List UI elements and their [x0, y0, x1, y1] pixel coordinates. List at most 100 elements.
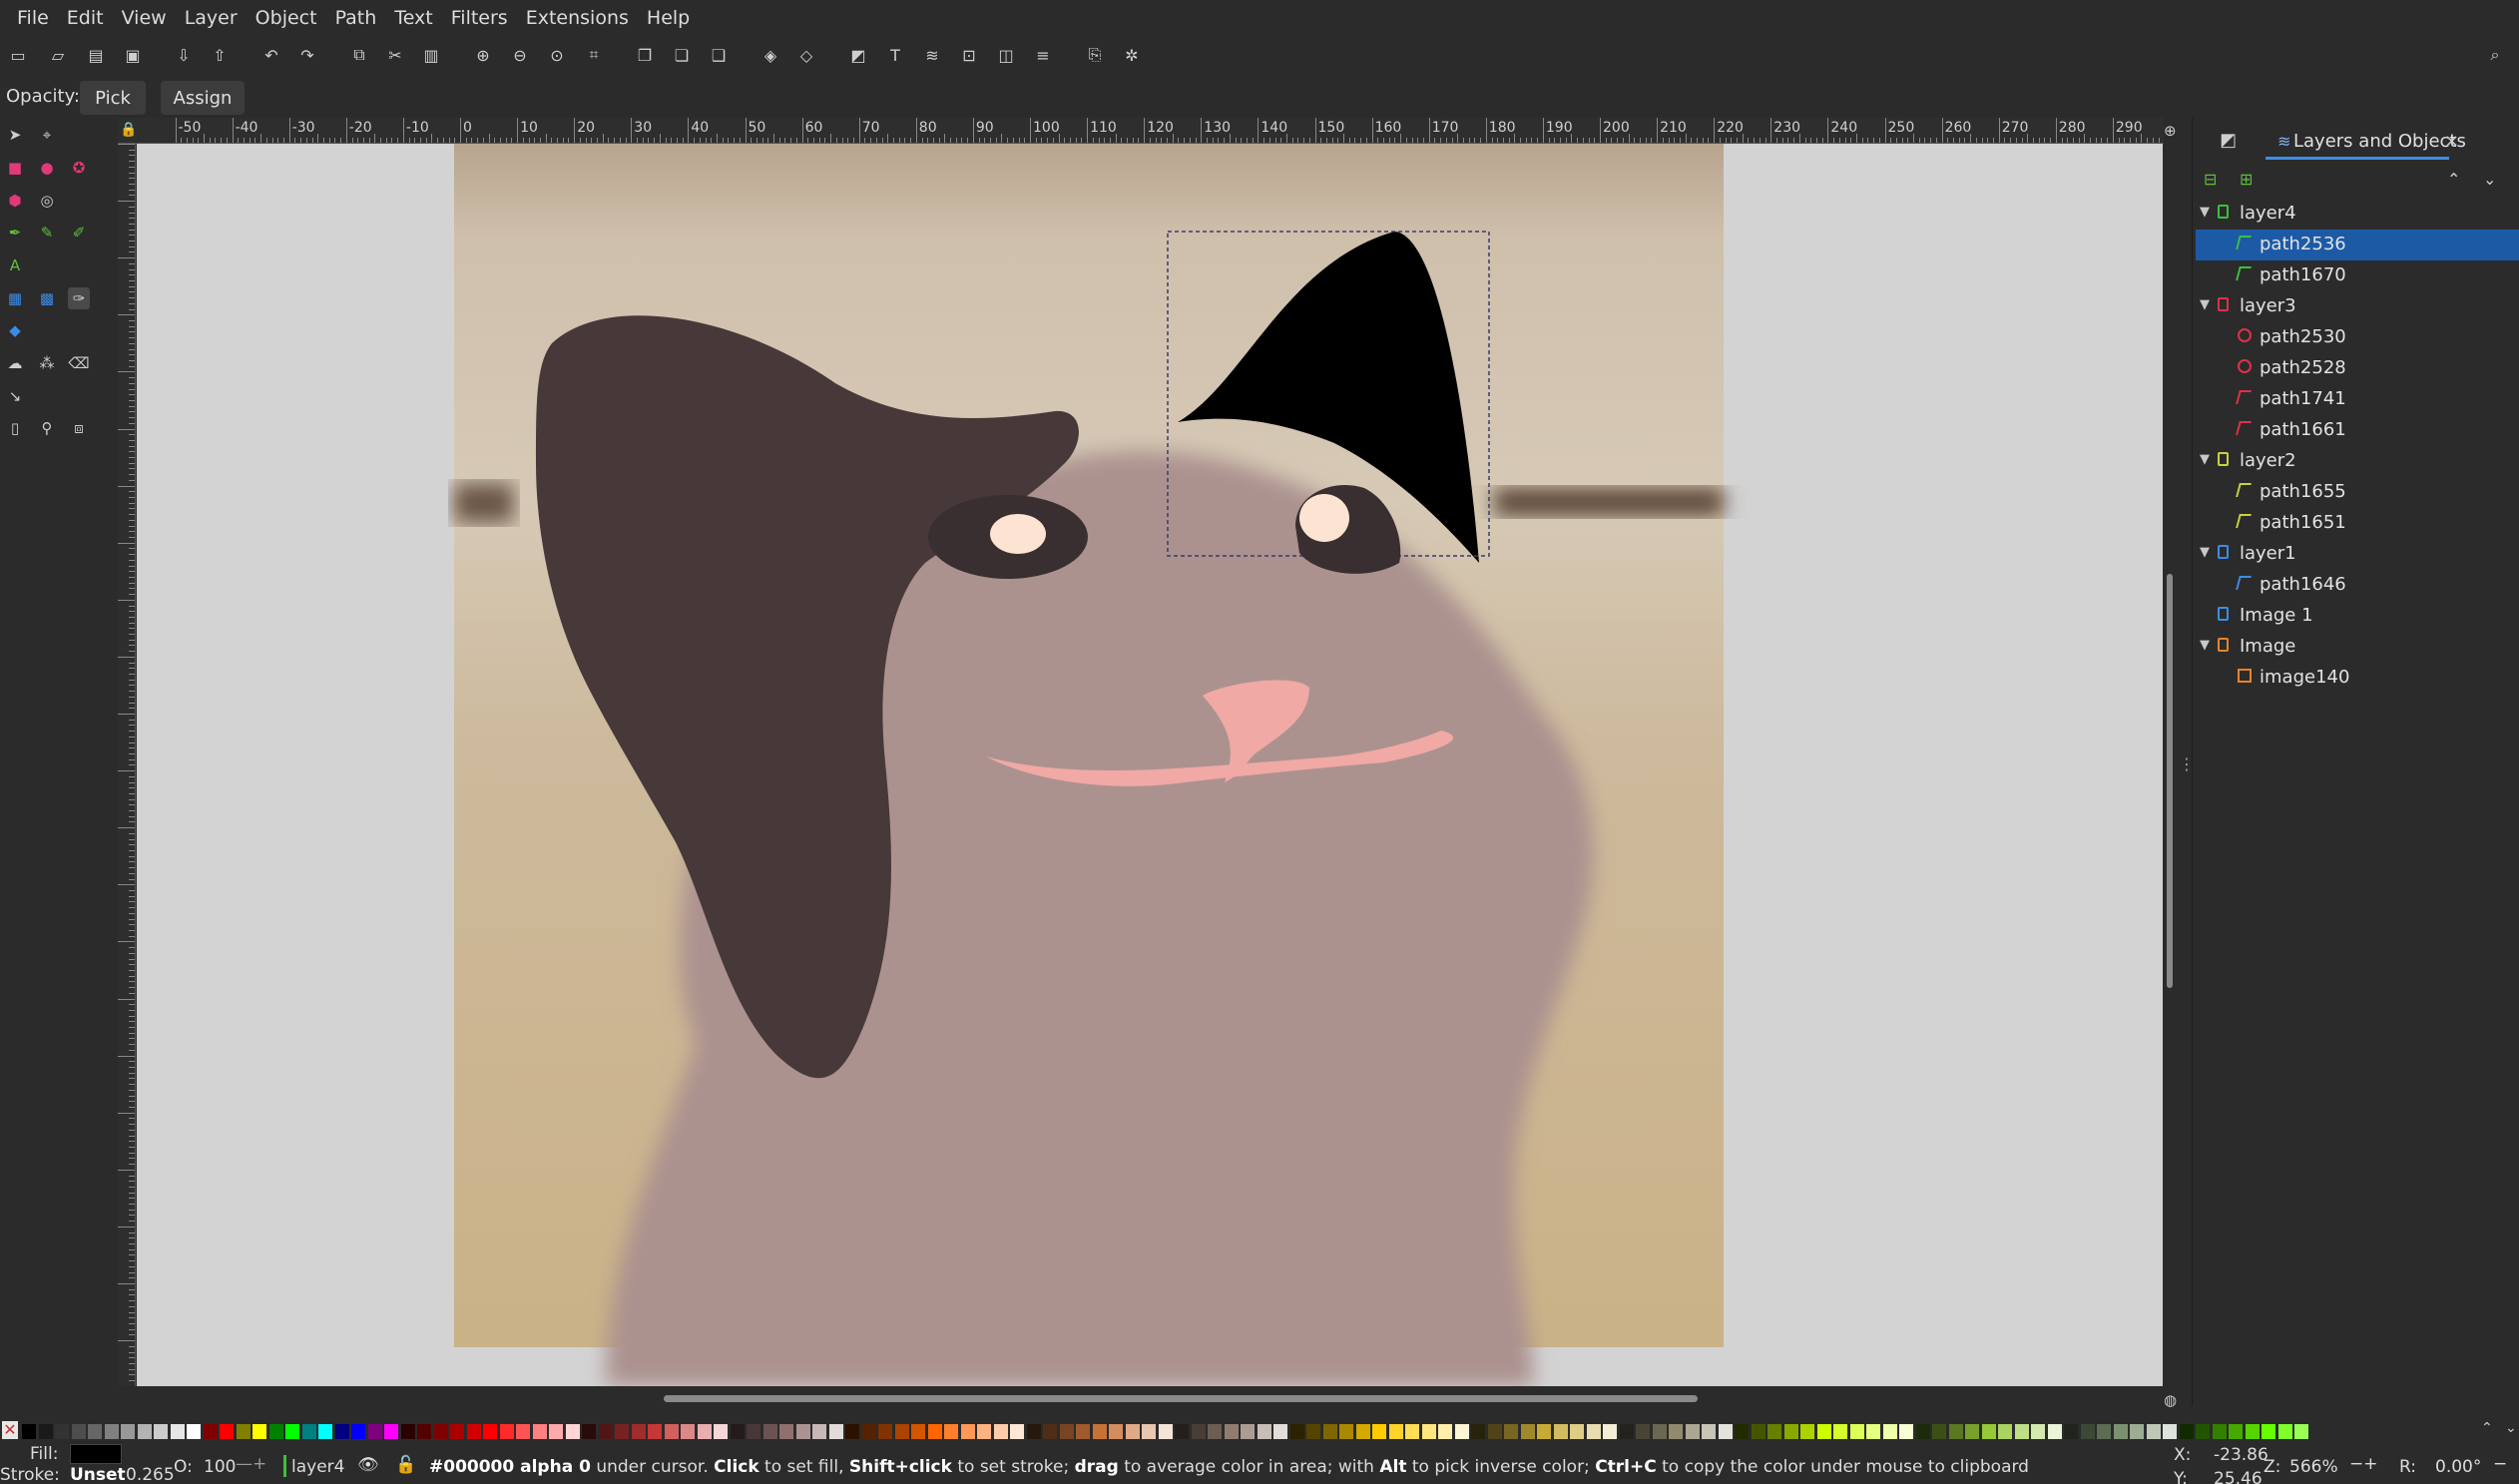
- palette-swatch[interactable]: [1619, 1424, 1634, 1439]
- pick-button[interactable]: Pick: [80, 81, 146, 115]
- palette-swatch[interactable]: [1669, 1424, 1683, 1439]
- palette-swatch[interactable]: [2245, 1424, 2260, 1439]
- menu-object[interactable]: Object: [247, 0, 326, 37]
- palette-swatch[interactable]: [1289, 1424, 1304, 1439]
- palette-swatch[interactable]: [845, 1424, 859, 1439]
- palette-swatch[interactable]: [812, 1424, 826, 1439]
- palette-swatch[interactable]: [2014, 1424, 2029, 1439]
- palette-swatch[interactable]: [516, 1424, 530, 1439]
- palette-swatch[interactable]: [779, 1424, 793, 1439]
- zoom-spin-icon[interactable]: −+: [2349, 1454, 2378, 1474]
- command-palette-icon[interactable]: ⌕: [2485, 45, 2505, 65]
- palette-swatch[interactable]: [532, 1424, 547, 1439]
- redo-icon[interactable]: ↷: [297, 45, 317, 65]
- color-manage-icon[interactable]: ◍: [2164, 1391, 2177, 1409]
- palette-swatch[interactable]: [2031, 1424, 2045, 1439]
- rotation-value[interactable]: 0.00°: [2435, 1457, 2481, 1477]
- swatches-icon[interactable]: ◫: [996, 45, 1016, 65]
- palette-swatch[interactable]: [1520, 1424, 1535, 1439]
- selector-tool-icon[interactable]: ➤: [4, 124, 26, 146]
- duplicate-icon[interactable]: ❐: [635, 45, 655, 65]
- palette-swatch[interactable]: [977, 1424, 991, 1439]
- palette-swatch[interactable]: [137, 1424, 152, 1439]
- align-icon[interactable]: ≡: [1033, 45, 1053, 65]
- palette-swatch[interactable]: [2113, 1424, 2128, 1439]
- palette-swatch[interactable]: [1487, 1424, 1502, 1439]
- palette-menu-icon[interactable]: ⌄: [2505, 1420, 2517, 1436]
- horizontal-scrollbar[interactable]: [664, 1395, 1698, 1402]
- mesh-tool-icon[interactable]: ▩: [36, 287, 58, 309]
- menu-layer[interactable]: Layer: [176, 0, 247, 37]
- palette-swatch[interactable]: [2047, 1424, 2062, 1439]
- menu-file[interactable]: File: [8, 0, 58, 37]
- palette-swatch[interactable]: [1125, 1424, 1140, 1439]
- palette-swatch[interactable]: [384, 1424, 398, 1439]
- export-icon[interactable]: ⇧: [210, 45, 230, 65]
- palette-swatch[interactable]: [1981, 1424, 1996, 1439]
- palette-swatch[interactable]: [2212, 1424, 2227, 1439]
- palette-swatch[interactable]: [2196, 1424, 2210, 1439]
- palette-swatch[interactable]: [631, 1424, 646, 1439]
- palette-swatch[interactable]: [1471, 1424, 1485, 1439]
- eraser-tool-icon[interactable]: ⌫: [68, 352, 90, 374]
- palette-swatch[interactable]: [2277, 1424, 2292, 1439]
- expand-arrow-icon[interactable]: ▼: [2200, 297, 2210, 312]
- palette-swatch[interactable]: [22, 1424, 36, 1439]
- palette-swatch[interactable]: [1800, 1424, 1814, 1439]
- palette-swatch[interactable]: [187, 1424, 201, 1439]
- palette-swatch[interactable]: [1586, 1424, 1601, 1439]
- text-font-icon[interactable]: T: [885, 45, 905, 65]
- palette-swatch[interactable]: [203, 1424, 218, 1439]
- menu-view[interactable]: View: [113, 0, 176, 37]
- import-icon[interactable]: ⇩: [174, 45, 194, 65]
- preferences-icon[interactable]: ✲: [1122, 45, 1142, 65]
- palette-swatch[interactable]: [828, 1424, 843, 1439]
- layers-objects-tab[interactable]: Layers and Objects: [2293, 131, 2466, 152]
- palette-swatch[interactable]: [433, 1424, 448, 1439]
- ungroup-icon[interactable]: ◇: [796, 45, 816, 65]
- assign-button[interactable]: Assign: [161, 81, 245, 115]
- object-row[interactable]: path2530: [2196, 322, 2519, 353]
- palette-swatch[interactable]: [1142, 1424, 1156, 1439]
- palette-swatch[interactable]: [960, 1424, 975, 1439]
- palette-swatch[interactable]: [2262, 1424, 2275, 1439]
- palette-swatch[interactable]: [1208, 1424, 1222, 1439]
- ellipse-tool-icon[interactable]: ●: [36, 157, 58, 179]
- palette-swatch[interactable]: [1175, 1424, 1189, 1439]
- palette-swatch[interactable]: [2163, 1424, 2177, 1439]
- palette-swatch[interactable]: [714, 1424, 728, 1439]
- menu-edit[interactable]: Edit: [58, 0, 113, 37]
- layer-lock-icon[interactable]: 🔓: [395, 1455, 416, 1475]
- object-row[interactable]: path1646: [2196, 570, 2519, 601]
- palette-swatch[interactable]: [1322, 1424, 1337, 1439]
- palette-swatch[interactable]: [697, 1424, 712, 1439]
- pen-tool-icon[interactable]: ✒: [4, 222, 26, 244]
- layer-row[interactable]: Image 1: [2196, 601, 2519, 632]
- palette-swatch[interactable]: [1685, 1424, 1700, 1439]
- opacity-value[interactable]: 100: [204, 1457, 236, 1477]
- current-layer-name[interactable]: layer4: [291, 1457, 344, 1477]
- palette-swatch[interactable]: [927, 1424, 942, 1439]
- palette-swatch[interactable]: [1043, 1424, 1057, 1439]
- layer-row[interactable]: ▼ layer2: [2196, 446, 2519, 477]
- fill-stroke-icon[interactable]: ◩: [848, 45, 868, 65]
- object-row[interactable]: path2528: [2196, 353, 2519, 384]
- zoom-selection-icon[interactable]: ⊕: [473, 45, 493, 65]
- palette-swatch[interactable]: [681, 1424, 695, 1439]
- spiral-tool-icon[interactable]: ◎: [36, 190, 58, 212]
- palette-swatch[interactable]: [1603, 1424, 1617, 1439]
- cut-icon[interactable]: ✂: [385, 45, 405, 65]
- palette-swatch[interactable]: [664, 1424, 679, 1439]
- palette-swatch[interactable]: [894, 1424, 909, 1439]
- palette-swatch[interactable]: [2097, 1424, 2111, 1439]
- object-row[interactable]: path1661: [2196, 415, 2519, 446]
- layer-row[interactable]: ▼ layer4: [2196, 199, 2519, 230]
- calligraphy-tool-icon[interactable]: ✐: [68, 222, 90, 244]
- palette-swatch[interactable]: [1767, 1424, 1781, 1439]
- object-row[interactable]: path1651: [2196, 508, 2519, 539]
- lock-guides-icon[interactable]: 🔒: [120, 122, 137, 138]
- vertical-scrollbar[interactable]: [2167, 574, 2173, 988]
- palette-swatch[interactable]: [1915, 1424, 1930, 1439]
- rectangle-tool-icon[interactable]: ■: [4, 157, 26, 179]
- layers-icon[interactable]: ≋: [922, 45, 942, 65]
